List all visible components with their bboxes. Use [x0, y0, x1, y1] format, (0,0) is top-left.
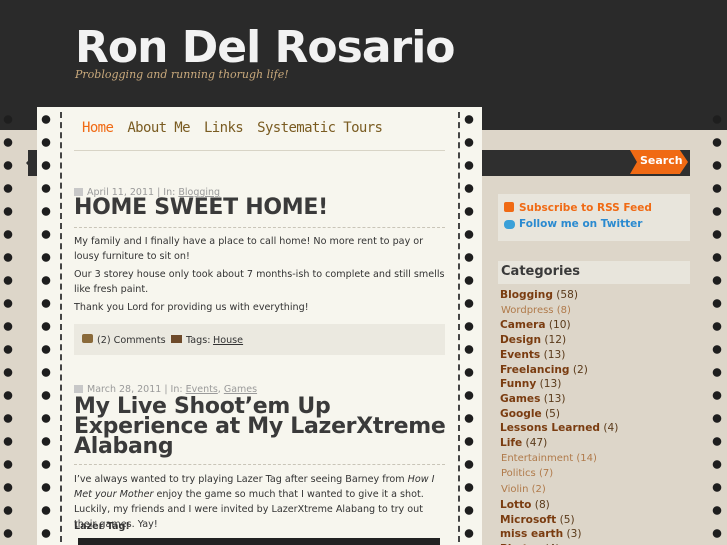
- category-name[interactable]: Freelancing: [500, 364, 570, 376]
- category-count: (10): [545, 319, 571, 332]
- categories-heading: Categories: [498, 261, 690, 284]
- rss-feed-link[interactable]: Subscribe to RSS Feed: [519, 202, 652, 214]
- left-stitch: [60, 112, 62, 542]
- post-image: [78, 538, 440, 545]
- category-count: (5): [556, 513, 575, 526]
- site-tagline: Problogging and running thorugh life!: [75, 68, 289, 81]
- search-button[interactable]: Search: [630, 150, 688, 174]
- title-divider: [74, 227, 445, 228]
- category-item[interactable]: Microsoft (5): [500, 513, 690, 528]
- post-title[interactable]: HOME SWEET HOME!: [74, 197, 449, 219]
- category-item[interactable]: Design (12): [500, 333, 690, 348]
- category-name[interactable]: Wordpress: [501, 305, 554, 316]
- category-name[interactable]: Funny: [500, 378, 536, 390]
- category-item[interactable]: miss earth (3): [500, 527, 690, 542]
- comment-icon: [82, 334, 93, 343]
- category-item[interactable]: Lotto (8): [500, 498, 690, 513]
- category-item[interactable]: Funny (13): [500, 377, 690, 392]
- category-name[interactable]: Life: [500, 437, 522, 449]
- twitter-link[interactable]: Follow me on Twitter: [519, 218, 642, 230]
- category-count: (5): [541, 407, 561, 420]
- post-paragraph: My family and I finally have a place to …: [74, 236, 424, 262]
- category-count: (7): [535, 468, 554, 480]
- post-footer: (2) Comments Tags: House: [74, 324, 445, 355]
- category-name[interactable]: Google: [500, 408, 542, 420]
- category-name[interactable]: Games: [500, 393, 540, 405]
- rss-icon: [504, 202, 514, 212]
- nav-home[interactable]: Home: [82, 120, 114, 136]
- category-count: (58): [552, 289, 579, 301]
- post-paragraph: Our 3 storey house only took about 7 mon…: [74, 269, 445, 295]
- category-name[interactable]: Lessons Learned: [500, 422, 600, 434]
- category-count: (13): [540, 348, 566, 361]
- category-item[interactable]: Camera (10): [500, 318, 690, 333]
- category-item[interactable]: Wordpress (8): [500, 303, 690, 319]
- nav-about-me[interactable]: About Me: [127, 120, 190, 136]
- category-list: Blogging (58) Wordpress (8) Camera (10) Des…: [500, 288, 690, 545]
- category-item[interactable]: Life (47): [500, 436, 690, 451]
- subscribe-box: Subscribe to RSS Feed Follow me on Twitt…: [498, 194, 690, 241]
- category-count: (4): [599, 422, 619, 435]
- category-name[interactable]: Lotto: [500, 499, 531, 511]
- category-count: (8): [553, 304, 571, 316]
- category-item[interactable]: Violin (2): [500, 482, 690, 498]
- content-left-perforation: [41, 108, 51, 545]
- category-count: (47): [522, 437, 548, 450]
- category-name[interactable]: Violin: [501, 484, 528, 495]
- category-count: (12): [541, 334, 567, 347]
- right-film-perforation: [712, 108, 722, 545]
- nav-links[interactable]: Links: [204, 120, 244, 136]
- category-item[interactable]: Google (5): [500, 407, 690, 422]
- category-count: (2): [569, 363, 588, 376]
- category-name[interactable]: Events: [500, 349, 540, 361]
- left-film-perforation: [3, 108, 13, 545]
- category-item[interactable]: Politics (7): [500, 466, 690, 482]
- title-divider: [74, 464, 445, 465]
- category-name[interactable]: Blogging: [500, 289, 553, 301]
- category-name[interactable]: miss earth: [500, 528, 563, 540]
- category-count: (13): [536, 378, 562, 391]
- category-item[interactable]: Freelancing (2): [500, 363, 690, 378]
- content-right-perforation: [464, 108, 474, 545]
- category-name[interactable]: Camera: [500, 319, 546, 331]
- category-count: (2): [528, 484, 546, 496]
- calendar-icon: [74, 385, 83, 393]
- category-count: (8): [531, 498, 550, 511]
- category-item[interactable]: Lessons Learned (4): [500, 421, 690, 436]
- category-name[interactable]: Design: [500, 334, 541, 346]
- category-count: (14): [573, 452, 597, 464]
- tags-label: Tags:: [186, 335, 211, 346]
- nav-divider: [74, 150, 445, 151]
- category-item[interactable]: Entertainment (14): [500, 451, 690, 467]
- post-paragraph: Thank you Lord for providing us with eve…: [74, 302, 309, 313]
- category-name[interactable]: Politics: [501, 468, 536, 479]
- category-item[interactable]: Blogging (58): [500, 288, 690, 303]
- category-item[interactable]: Games (13): [500, 392, 690, 407]
- twitter-icon: [504, 220, 515, 229]
- right-stitch: [458, 112, 460, 542]
- post-title[interactable]: My Live Shoot’em Up Experience at My Laz…: [74, 396, 449, 458]
- tag-link-house[interactable]: House: [213, 335, 243, 346]
- category-name[interactable]: Microsoft: [500, 514, 556, 526]
- nav-systematic-tours[interactable]: Systematic Tours: [257, 120, 383, 136]
- category-count: (3): [563, 528, 582, 541]
- post-subheading: Lazer Tag!: [74, 521, 130, 532]
- category-item[interactable]: Events (13): [500, 348, 690, 363]
- category-count: (13): [540, 392, 566, 405]
- main-navigation: Home About Me Links Systematic Tours: [82, 120, 383, 136]
- comments-link[interactable]: (2) Comments: [97, 335, 166, 346]
- tag-icon: [171, 335, 182, 343]
- category-name[interactable]: Entertainment: [501, 453, 573, 464]
